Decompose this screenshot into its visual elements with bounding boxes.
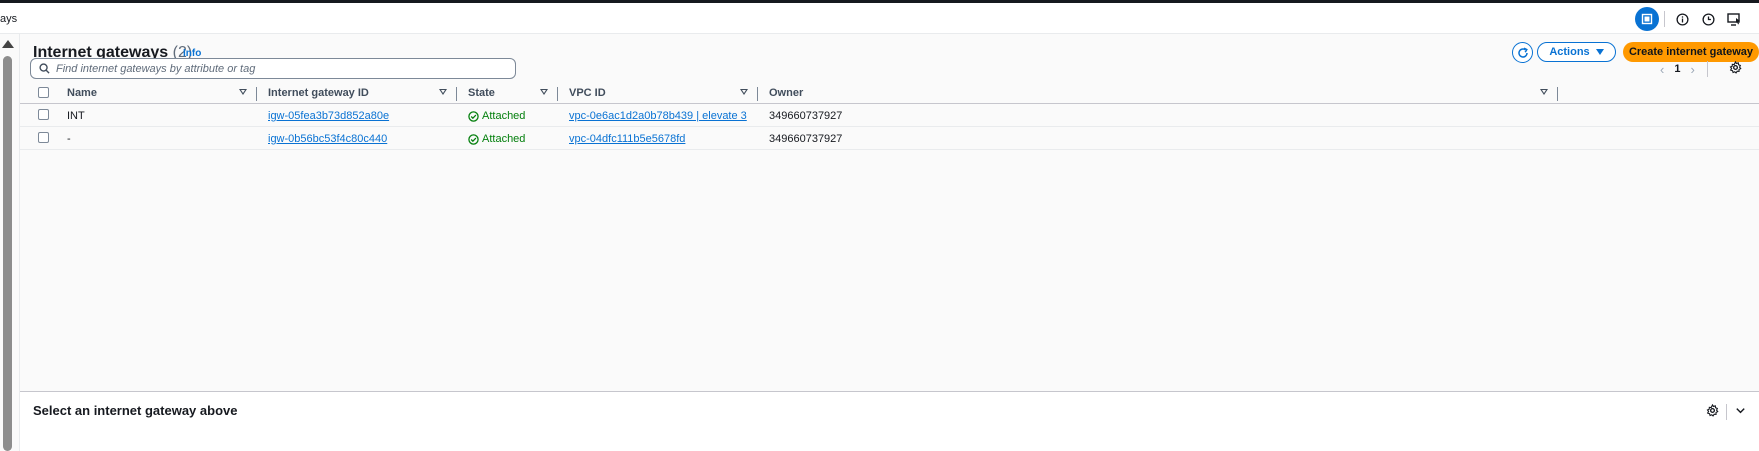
sort-icon[interactable] xyxy=(1540,89,1548,95)
cell-gateway-id: igw-0b56bc53f4c80c440 xyxy=(268,133,387,145)
screen-button[interactable] xyxy=(1721,7,1747,31)
vpc-id-link[interactable]: vpc-0e6ac1d2a0b78b439 | elevate 3 xyxy=(569,110,747,122)
refresh-button[interactable] xyxy=(1512,42,1533,63)
screen-icon xyxy=(1727,12,1740,26)
gear-icon xyxy=(1706,403,1719,417)
cell-gateway-id: igw-05fea3b73d852a80e xyxy=(268,110,389,122)
sort-icon[interactable] xyxy=(740,89,748,95)
table-row[interactable]: - igw-0b56bc53f4c80c440 Attached vpc-04d… xyxy=(20,127,1759,150)
gateways-table: Name Internet gateway ID State VPC ID Ow… xyxy=(20,84,1759,150)
state-label: Attached xyxy=(482,110,526,122)
column-header-vpc-id[interactable]: VPC ID xyxy=(569,87,606,99)
row-checkbox[interactable] xyxy=(38,109,49,120)
details-panel: Select an internet gateway above xyxy=(20,392,1759,451)
previous-page-icon[interactable]: ‹ xyxy=(1660,62,1664,77)
column-header-internet-gateway-id[interactable]: Internet gateway ID xyxy=(268,87,369,99)
gateway-id-link[interactable]: igw-05fea3b73d852a80e xyxy=(268,110,389,122)
sort-icon[interactable] xyxy=(540,89,548,95)
current-page-number[interactable]: 1 xyxy=(1674,63,1680,75)
pagination: ‹ 1 › xyxy=(1660,61,1708,77)
info-button[interactable] xyxy=(1669,7,1695,31)
search-field[interactable] xyxy=(30,58,516,79)
scrollbar-thumb[interactable] xyxy=(3,56,12,451)
state-label: Attached xyxy=(482,133,526,145)
cell-vpc-id: vpc-0e6ac1d2a0b78b439 | elevate 3 xyxy=(569,110,747,122)
top-bar: ays xyxy=(0,3,1759,34)
column-resizer[interactable] xyxy=(1557,87,1558,101)
check-circle-icon xyxy=(468,110,479,122)
history-button[interactable] xyxy=(1695,7,1721,31)
panel-toggle-button[interactable] xyxy=(1634,7,1660,31)
select-all-checkbox[interactable] xyxy=(38,87,49,98)
column-resizer[interactable] xyxy=(757,87,758,101)
gateway-id-link[interactable]: igw-0b56bc53f4c80c440 xyxy=(268,133,387,145)
collapse-panel-button[interactable] xyxy=(1734,404,1747,422)
check-circle-icon xyxy=(468,133,479,145)
sort-icon[interactable] xyxy=(239,89,247,95)
cell-name: - xyxy=(67,133,71,145)
next-page-icon[interactable]: › xyxy=(1690,62,1694,77)
column-header-name[interactable]: Name xyxy=(67,87,97,99)
chevron-down-icon xyxy=(1736,408,1745,414)
cell-owner: 349660737927 xyxy=(769,110,843,122)
column-resizer[interactable] xyxy=(456,87,457,101)
table-row[interactable]: INT igw-05fea3b73d852a80e Attached vpc-0… xyxy=(20,104,1759,127)
info-icon xyxy=(1675,12,1689,26)
preferences-button[interactable] xyxy=(1729,60,1742,79)
gateways-panel: Internet gateways (2) Info Actions Creat… xyxy=(20,34,1759,391)
cell-state: Attached xyxy=(468,110,525,122)
row-checkbox[interactable] xyxy=(38,132,49,143)
search-icon xyxy=(39,63,50,74)
cell-owner: 349660737927 xyxy=(769,133,843,145)
create-internet-gateway-button[interactable]: Create internet gateway xyxy=(1623,42,1759,62)
panel-icon xyxy=(1635,7,1659,31)
breadcrumb[interactable]: ays xyxy=(0,13,17,25)
vpc-id-link[interactable]: vpc-04dfc111b5e5678fd xyxy=(569,133,685,145)
refresh-icon xyxy=(1517,47,1528,58)
table-header: Name Internet gateway ID State VPC ID Ow… xyxy=(20,84,1759,104)
column-resizer[interactable] xyxy=(557,87,558,101)
divider xyxy=(1706,61,1708,77)
history-icon xyxy=(1701,12,1715,26)
gear-icon xyxy=(1729,60,1742,74)
cell-vpc-id: vpc-04dfc111b5e5678fd xyxy=(569,133,685,145)
column-header-state[interactable]: State xyxy=(468,87,495,99)
divider xyxy=(1664,11,1665,27)
cell-state: Attached xyxy=(468,133,525,145)
divider xyxy=(1726,404,1727,420)
details-title: Select an internet gateway above xyxy=(33,403,238,418)
column-header-owner[interactable]: Owner xyxy=(769,87,803,99)
top-bar-icons xyxy=(1634,7,1747,31)
actions-label: Actions xyxy=(1549,46,1590,58)
split-panel-settings-button[interactable] xyxy=(1706,403,1719,422)
caret-down-icon xyxy=(1595,49,1604,55)
cell-name: INT xyxy=(67,110,85,122)
column-resizer[interactable] xyxy=(256,87,257,101)
sort-icon[interactable] xyxy=(439,89,447,95)
search-input[interactable] xyxy=(56,62,496,75)
actions-button[interactable]: Actions xyxy=(1537,42,1616,62)
left-scrollbar[interactable] xyxy=(0,34,20,451)
scroll-up-arrow-icon[interactable] xyxy=(2,40,14,48)
